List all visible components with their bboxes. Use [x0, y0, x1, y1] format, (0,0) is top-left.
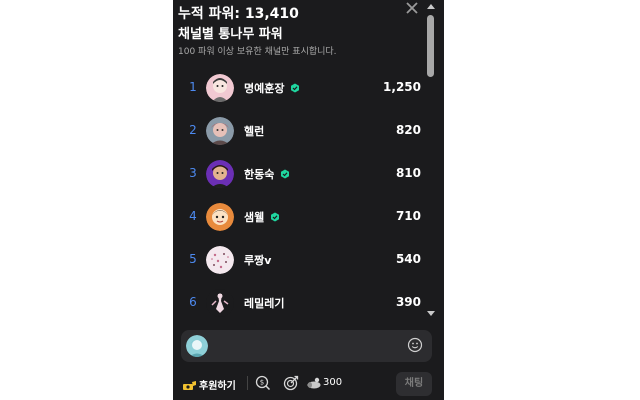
- chat-input[interactable]: [181, 330, 432, 362]
- rank-number: 5: [189, 252, 197, 266]
- power-points: 300: [323, 377, 343, 388]
- verified-badge-icon: [281, 169, 290, 179]
- rank-number: 4: [189, 209, 197, 223]
- channel-name[interactable]: 루짱v: [244, 252, 271, 268]
- avatar[interactable]: [206, 74, 234, 102]
- ranking-row[interactable]: 4 샘웰 710: [173, 197, 426, 235]
- donate-icon[interactable]: [183, 377, 197, 390]
- verified-badge-icon: [291, 83, 300, 93]
- power-value: 390: [395, 295, 421, 309]
- power-value: 810: [395, 166, 421, 180]
- power-value: 710: [395, 209, 421, 223]
- toolbar-divider: [247, 376, 248, 390]
- channel-name[interactable]: 명예훈장: [244, 80, 300, 96]
- channel-name[interactable]: 헬런: [244, 123, 264, 139]
- channel-name[interactable]: 한동숙: [244, 166, 290, 182]
- mission-target-icon[interactable]: [283, 375, 299, 391]
- verified-badge-icon: [271, 212, 280, 222]
- scroll-down-icon[interactable]: [427, 311, 435, 316]
- close-icon[interactable]: [405, 0, 419, 19]
- scroll-thumb[interactable]: [427, 15, 434, 77]
- avatar[interactable]: [206, 117, 234, 145]
- ranking-list: 1 명예훈장 1,250 2 헬런 820 3 한동숙 810 4 샘웰 710…: [173, 66, 426, 320]
- ranking-row[interactable]: 1 명예훈장 1,250: [173, 68, 426, 106]
- chat-send-button[interactable]: 채팅: [396, 372, 432, 396]
- scroll-up-icon[interactable]: [427, 4, 435, 9]
- rank-number: 1: [189, 80, 197, 94]
- avatar[interactable]: [206, 203, 234, 231]
- channel-name[interactable]: 샘웰: [244, 209, 280, 225]
- emoji-icon[interactable]: [407, 337, 423, 353]
- svg-text:$: $: [260, 379, 264, 387]
- power-value: 820: [395, 123, 421, 137]
- ranking-row[interactable]: 6 레밀레기 390: [173, 283, 426, 320]
- avatar[interactable]: [206, 160, 234, 188]
- coin-search-icon[interactable]: $: [255, 375, 271, 391]
- rank-number: 3: [189, 166, 197, 180]
- avatar[interactable]: [206, 246, 234, 274]
- ranking-scrollbar[interactable]: [424, 0, 438, 321]
- power-value: 1,250: [383, 80, 421, 94]
- donate-button[interactable]: 후원하기: [199, 377, 236, 392]
- rank-number: 6: [189, 295, 197, 309]
- ranking-row[interactable]: 5 루짱v 540: [173, 240, 426, 278]
- my-avatar: [186, 335, 208, 357]
- ranking-row[interactable]: 3 한동숙 810: [173, 154, 426, 192]
- ranking-row[interactable]: 2 헬런 820: [173, 111, 426, 149]
- avatar[interactable]: [206, 289, 234, 317]
- power-description: 100 파워 이상 보유한 채널만 표시합니다.: [178, 47, 337, 57]
- total-power-title: 누적 파워: 13,410: [178, 6, 299, 22]
- log-power-icon[interactable]: [306, 375, 322, 391]
- rank-number: 2: [189, 123, 197, 137]
- power-value: 540: [395, 252, 421, 266]
- channel-power-subtitle: 채널별 통나무 파워: [178, 27, 283, 42]
- live-power-panel: 누적 파워: 13,410 채널별 통나무 파워 100 파워 이상 보유한 채…: [173, 0, 444, 400]
- chat-toolbar: 후원하기 $ 300 채팅: [173, 368, 444, 400]
- channel-name[interactable]: 레밀레기: [244, 295, 284, 311]
